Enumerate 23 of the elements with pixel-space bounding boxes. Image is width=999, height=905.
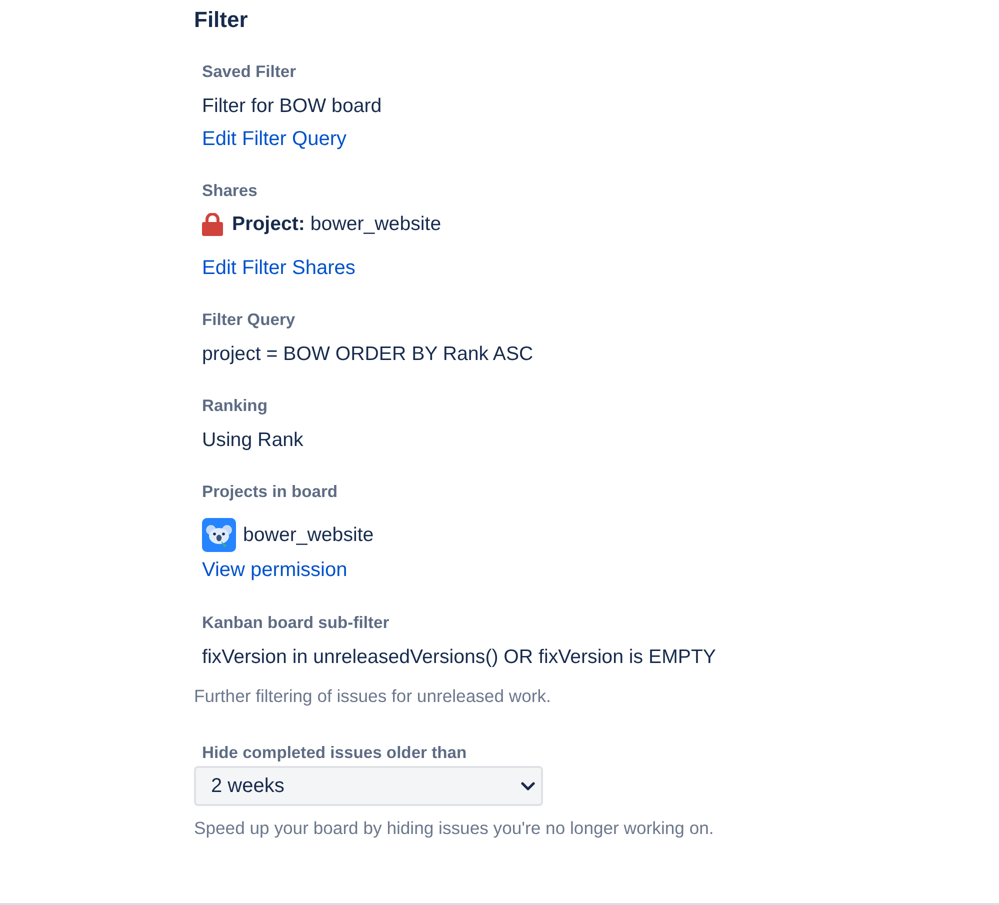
dropdown-select[interactable]: 2 weeks <box>194 766 543 806</box>
field-value: Filter for BOW board <box>202 94 382 119</box>
chevron-down-icon <box>521 782 535 790</box>
help-text: Speed up your board by hiding issues you're no longer working on. <box>194 817 714 839</box>
field-label: Kanban board sub-filter <box>202 612 390 634</box>
section-heading: Filter <box>194 6 248 34</box>
padlock-icon <box>202 212 223 236</box>
project-name: bower_website <box>243 523 374 548</box>
share-text: Project: bower_website <box>232 212 442 237</box>
help-text: Further filtering of issues for unreleased work. <box>194 685 551 707</box>
text-link[interactable]: Edit Filter Shares <box>202 254 356 282</box>
field-value: project = BOW ORDER BY Rank ASC <box>202 342 534 367</box>
field-label: Hide completed issues older than <box>202 742 467 764</box>
koala-avatar-icon <box>202 518 236 552</box>
field-value: Using Rank <box>202 428 304 453</box>
field-label: Projects in board <box>202 481 338 503</box>
field-label: Filter Query <box>202 309 296 331</box>
field-value: fixVersion in unreleasedVersions() OR fixVersion is EMPTY <box>202 645 716 670</box>
field-label: Shares <box>202 180 258 202</box>
field-label: Saved Filter <box>202 61 296 83</box>
text-link[interactable]: Edit Filter Query <box>202 125 346 153</box>
text-link[interactable]: View permission <box>202 556 348 584</box>
field-label: Ranking <box>202 395 268 417</box>
